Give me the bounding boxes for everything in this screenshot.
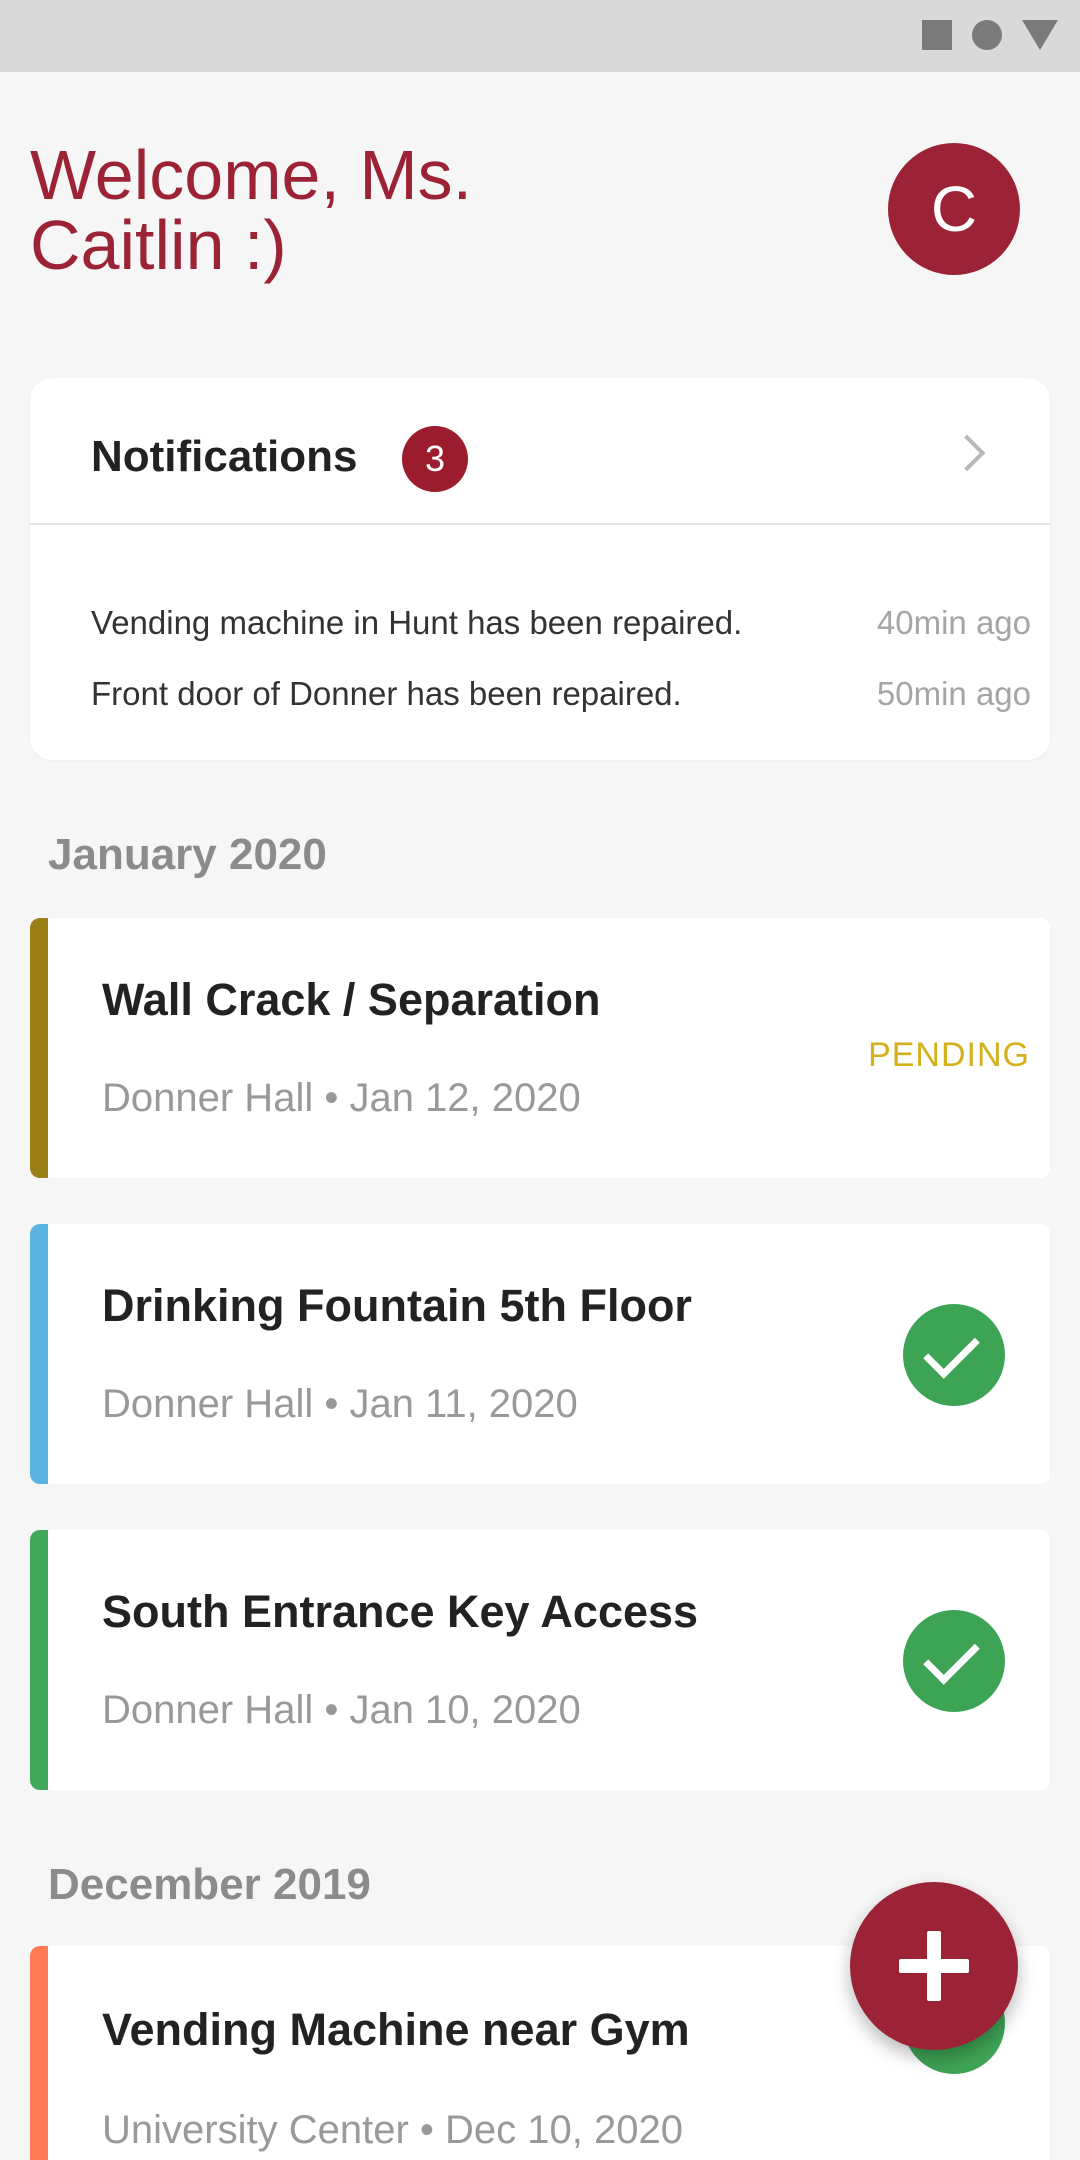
- issue-title: Vending Machine near Gym: [102, 2004, 690, 2055]
- status-icons: [922, 20, 1058, 50]
- triangle-icon: [1022, 20, 1058, 50]
- circle-icon: [972, 20, 1002, 50]
- chevron-right-icon[interactable]: [948, 434, 986, 472]
- month-section-title: January 2020: [48, 830, 327, 879]
- notifications-header[interactable]: Notifications 3: [30, 378, 1050, 525]
- issue-meta: University Center • Dec 10, 2020: [102, 2108, 683, 2152]
- notification-item[interactable]: Front door of Donner has been repaired. …: [91, 675, 1031, 725]
- plus-icon: [927, 1931, 941, 2001]
- issue-meta: Donner Hall • Jan 12, 2020: [102, 1076, 581, 1120]
- square-icon: [922, 20, 952, 50]
- welcome-title: Welcome, Ms. Caitlin :): [30, 136, 473, 284]
- status-stripe: [30, 1946, 48, 2160]
- notification-text: Front door of Donner has been repaired.: [91, 675, 682, 712]
- add-issue-button[interactable]: [850, 1882, 1018, 2050]
- issue-title: Wall Crack / Separation: [102, 974, 601, 1025]
- issue-card[interactable]: Drinking Fountain 5th Floor Donner Hall …: [30, 1224, 1050, 1484]
- avatar[interactable]: C: [888, 143, 1020, 275]
- status-stripe: [30, 1224, 48, 1484]
- issue-title: Drinking Fountain 5th Floor: [102, 1280, 692, 1331]
- notifications-title: Notifications: [91, 432, 358, 481]
- status-stripe: [30, 918, 48, 1178]
- pending-status: PENDING: [868, 1036, 1030, 1074]
- notification-text: Vending machine in Hunt has been repaire…: [91, 604, 743, 641]
- issue-title: South Entrance Key Access: [102, 1586, 699, 1637]
- checkmark-icon: [903, 1304, 1005, 1406]
- checkmark-icon: [903, 1610, 1005, 1712]
- status-bar: [0, 0, 1080, 72]
- issue-meta: Donner Hall • Jan 11, 2020: [102, 1382, 578, 1426]
- status-stripe: [30, 1530, 48, 1790]
- issue-card[interactable]: South Entrance Key Access Donner Hall • …: [30, 1530, 1050, 1790]
- notification-time: 50min ago: [876, 675, 1031, 712]
- notification-item[interactable]: Vending machine in Hunt has been repaire…: [91, 604, 1031, 654]
- notification-count-badge: 3: [402, 426, 468, 492]
- month-section-title: December 2019: [48, 1860, 371, 1909]
- notification-time: 40min ago: [876, 604, 1031, 641]
- issue-meta: Donner Hall • Jan 10, 2020: [102, 1688, 581, 1732]
- notifications-card[interactable]: Notifications 3 Vending machine in Hunt …: [30, 378, 1050, 760]
- issue-card[interactable]: Wall Crack / Separation Donner Hall • Ja…: [30, 918, 1050, 1178]
